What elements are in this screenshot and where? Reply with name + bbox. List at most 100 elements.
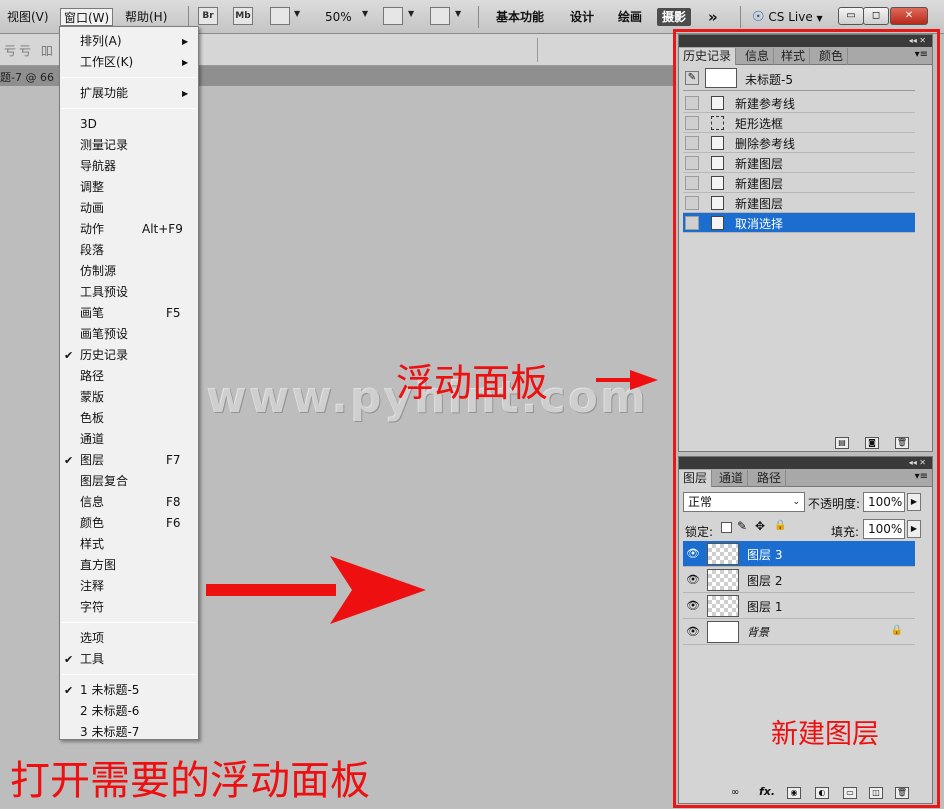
tab-info[interactable]: 信息 (741, 48, 775, 65)
menu-item[interactable]: 仿制源 (60, 261, 198, 282)
menu-item[interactable]: 调整 (60, 177, 198, 198)
history-state[interactable]: 新建图层 (683, 193, 915, 213)
menu-item[interactable]: 画笔 F5 (60, 303, 198, 324)
menu-item[interactable]: ✔ 历史记录 (60, 345, 198, 366)
link-layers-icon[interactable]: ∞ (731, 787, 739, 798)
layer-style-icon[interactable]: fx. (759, 785, 775, 798)
layers-panel: ◂◂ ✕ 图层 通道 路径 ▾≡ 正常 ⌄ 不透明度: 100% ▶ 锁定: ✎… (678, 456, 933, 804)
menu-item[interactable]: 样式 (60, 534, 198, 555)
collapse-icon[interactable]: ◂◂ ✕ (909, 457, 926, 469)
menu-item[interactable]: 排列(A) ▶ (60, 31, 198, 52)
delete-layer-icon[interactable]: 🗑 (895, 787, 909, 799)
menu-item[interactable]: 色板 (60, 408, 198, 429)
menu-item[interactable]: 测量记录 (60, 135, 198, 156)
menu-item[interactable]: 动画 (60, 198, 198, 219)
new-layer-icon[interactable]: ◫ (869, 787, 883, 799)
menu-item[interactable]: 图层复合 (60, 471, 198, 492)
history-state[interactable]: 删除参考线 (683, 133, 915, 153)
panel-menu-icon[interactable]: ▾≡ (915, 49, 928, 60)
tab-styles[interactable]: 样式 (777, 48, 811, 65)
history-state[interactable]: 新建图层 (683, 153, 915, 173)
menu-item[interactable]: 3D (60, 114, 198, 135)
history-state-label: 新建图层 (735, 157, 784, 171)
layer-row[interactable]: 👁 背景 🔒 (683, 619, 915, 645)
visibility-eye-icon[interactable]: 👁 (686, 599, 700, 612)
panel-header[interactable]: ◂◂ ✕ (679, 35, 932, 47)
collapse-icon[interactable]: ◂◂ ✕ (909, 35, 926, 47)
checkmark-icon: ✔ (64, 454, 74, 467)
tab-paths[interactable]: 路径 (753, 470, 787, 487)
history-state[interactable]: 新建参考线 (683, 93, 915, 113)
menu-item[interactable]: 扩展功能 ▶ (60, 83, 198, 104)
checkmark-icon: ✔ (64, 684, 74, 697)
layer-name: 背景 (747, 626, 769, 639)
tab-history[interactable]: 历史记录 (679, 48, 737, 65)
panel-header[interactable]: ◂◂ ✕ (679, 457, 932, 469)
history-brush-checkbox[interactable] (685, 176, 699, 190)
menu-item[interactable]: 字符 (60, 597, 198, 618)
menu-item[interactable]: 导航器 (60, 156, 198, 177)
history-brush-checkbox[interactable] (685, 216, 699, 230)
menu-item[interactable]: 选项 (60, 628, 198, 649)
menu-item-label: 排列(A) (80, 34, 122, 48)
opacity-arrow-icon[interactable]: ▶ (907, 493, 921, 511)
visibility-eye-icon[interactable]: 👁 (686, 625, 700, 638)
history-panel: ◂◂ ✕ 历史记录 信息 样式 颜色 ▾≡ ✎ 未标题-5 新建参考线 矩形选框删… (678, 34, 933, 452)
visibility-eye-icon[interactable]: 👁 (686, 573, 700, 586)
menu-item[interactable]: 工具预设 (60, 282, 198, 303)
fill-arrow-icon[interactable]: ▶ (907, 520, 921, 538)
menu-item[interactable]: 画笔预设 (60, 324, 198, 345)
tab-channels[interactable]: 通道 (715, 470, 749, 487)
history-brush-checkbox[interactable] (685, 156, 699, 170)
history-state[interactable]: 取消选择 (683, 213, 915, 233)
menu-item[interactable]: 2 未标题-6 (60, 701, 198, 722)
layer-row[interactable]: 👁 图层 3 (683, 541, 915, 567)
new-document-from-state-icon[interactable]: ▤ (835, 437, 849, 449)
history-brush-checkbox[interactable] (685, 136, 699, 150)
lock-transparency-icon[interactable] (721, 522, 732, 533)
menu-item[interactable]: 3 未标题-7 (60, 722, 198, 743)
menu-item[interactable]: 工作区(K) ▶ (60, 52, 198, 73)
chevron-down-icon: ⌄ (792, 497, 800, 507)
menu-item[interactable]: 注释 (60, 576, 198, 597)
menu-item[interactable]: ✔ 1 未标题-5 (60, 680, 198, 701)
menu-item[interactable]: 动作 Alt+F9 (60, 219, 198, 240)
add-mask-icon[interactable]: ◉ (787, 787, 801, 799)
panel-menu-icon[interactable]: ▾≡ (915, 471, 928, 482)
menu-item[interactable]: 路径 (60, 366, 198, 387)
new-group-icon[interactable]: ▭ (843, 787, 857, 799)
layer-row[interactable]: 👁 图层 1 (683, 593, 915, 619)
fill-field[interactable]: 100% (863, 519, 905, 539)
adjustment-layer-icon[interactable]: ◐ (815, 787, 829, 799)
window-menu-dropdown: 排列(A) ▶ 工作区(K) ▶ 扩展功能 ▶ 3D 测量记录 导航器调整动画 动作 Alt+F9 段… (59, 26, 199, 740)
visibility-eye-icon[interactable]: 👁 (686, 547, 700, 560)
lock-all-icon[interactable]: 🔒 (774, 520, 786, 531)
history-brush-checkbox[interactable] (685, 196, 699, 210)
blend-mode-select[interactable]: 正常 ⌄ (683, 492, 805, 512)
history-brush-checkbox[interactable] (685, 96, 699, 110)
menu-item[interactable]: 通道 (60, 429, 198, 450)
layer-row[interactable]: 👁 图层 2 (683, 567, 915, 593)
menu-item[interactable]: 信息 F8 (60, 492, 198, 513)
tab-color[interactable]: 颜色 (815, 48, 849, 65)
marquee-icon (711, 116, 724, 130)
menu-item[interactable]: 直方图 (60, 555, 198, 576)
menu-item-shortcut: F7 (166, 453, 181, 467)
delete-icon[interactable]: 🗑 (895, 437, 909, 449)
lock-image-icon[interactable]: ✎ (737, 519, 747, 533)
menu-item[interactable]: ✔ 工具 (60, 649, 198, 670)
brush-source-icon[interactable]: ✎ (685, 71, 699, 85)
history-state[interactable]: 矩形选框 (683, 113, 915, 133)
tab-layers[interactable]: 图层 (679, 470, 713, 487)
menu-item[interactable]: 颜色 F6 (60, 513, 198, 534)
lock-position-icon[interactable]: ✥ (755, 519, 765, 533)
history-brush-checkbox[interactable] (685, 116, 699, 130)
snapshot-row[interactable]: ✎ 未标题-5 (683, 67, 915, 91)
menu-item-label: 调整 (80, 180, 105, 194)
history-state[interactable]: 新建图层 (683, 173, 915, 193)
menu-item[interactable]: ✔ 图层 F7 (60, 450, 198, 471)
opacity-field[interactable]: 100% (863, 492, 905, 512)
new-snapshot-icon[interactable]: ◙ (865, 437, 879, 449)
menu-item[interactable]: 段落 (60, 240, 198, 261)
menu-item[interactable]: 蒙版 (60, 387, 198, 408)
